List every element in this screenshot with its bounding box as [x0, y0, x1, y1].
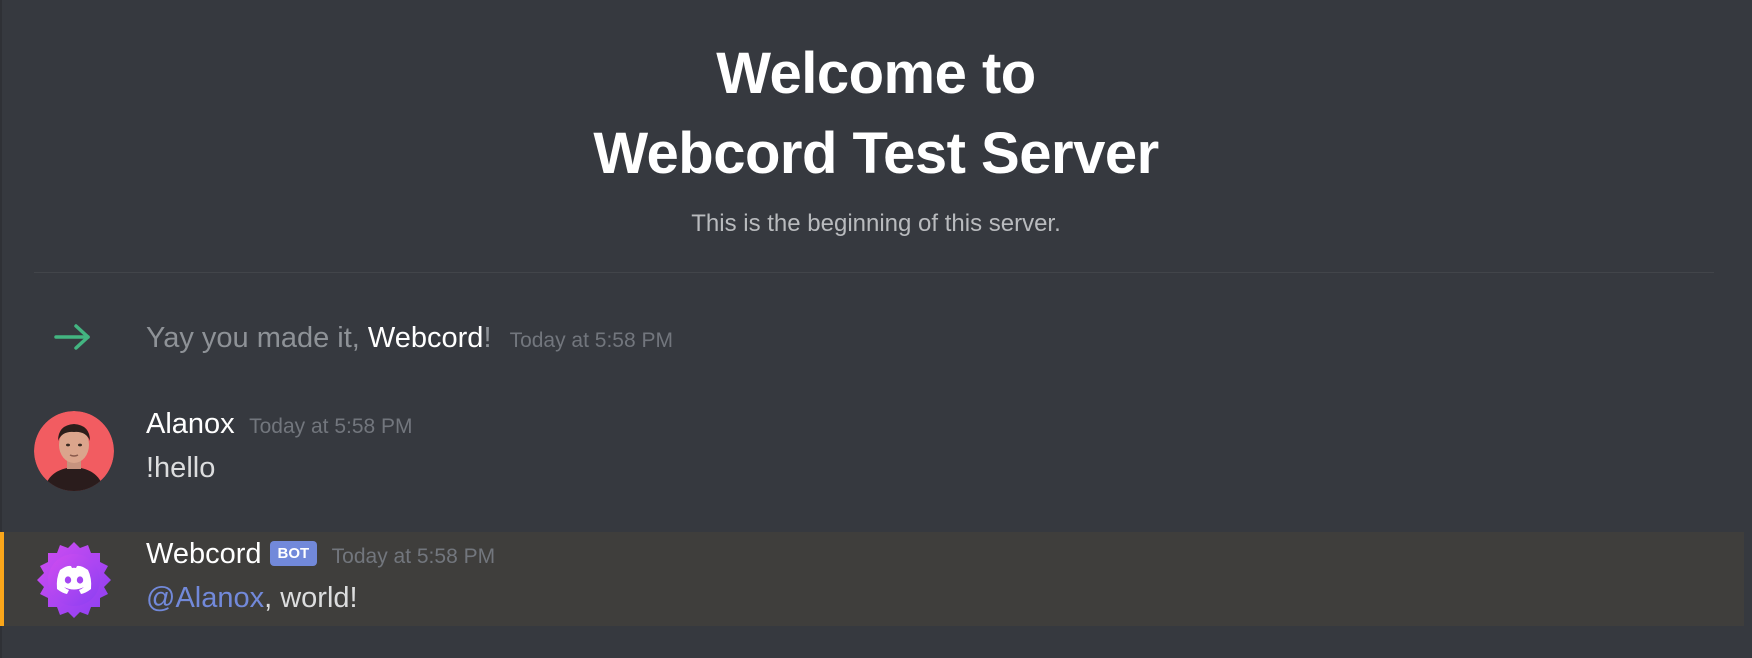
chat-area: Welcome to Webcord Test Server This is t…: [0, 0, 1752, 658]
avatar-webcord[interactable]: [34, 540, 114, 620]
system-timestamp[interactable]: Today at 5:58 PM: [510, 329, 673, 352]
system-join-message: Yay you made it, Webcord! Today at 5:58 …: [0, 314, 1752, 362]
welcome-title-line1: Welcome to: [716, 41, 1036, 106]
author-name[interactable]: Alanox: [146, 408, 235, 440]
author-name[interactable]: Webcord: [146, 538, 262, 570]
join-arrow-icon: [54, 324, 90, 350]
system-suffix: !: [483, 322, 492, 354]
message-header: Webcord BOT Today at 5:58 PM: [146, 538, 495, 571]
user-avatar-icon: [34, 411, 114, 491]
welcome-title: Welcome to Webcord Test Server: [0, 34, 1752, 194]
welcome-subtitle: This is the beginning of this server.: [691, 210, 1061, 237]
discord-logo-icon: [37, 542, 111, 618]
system-prefix: Yay you made it,: [146, 322, 368, 354]
user-mention[interactable]: @Alanox: [146, 582, 264, 614]
welcome-header: Welcome to Webcord Test Server This is t…: [0, 34, 1752, 238]
welcome-divider: [34, 272, 1714, 273]
message-content: !hello: [146, 452, 216, 484]
avatar-alanox[interactable]: [34, 411, 114, 491]
bot-tag: BOT: [269, 541, 318, 566]
welcome-title-line2: Webcord Test Server: [593, 121, 1159, 186]
message-webcord-highlighted[interactable]: Webcord BOT Today at 5:58 PM @Alanox, wor…: [0, 532, 1744, 626]
system-username[interactable]: Webcord: [368, 322, 484, 354]
message-alanox[interactable]: Alanox Today at 5:58 PM !hello: [0, 400, 1752, 494]
message-content: @Alanox, world!: [146, 582, 358, 615]
system-join-text: Yay you made it, Webcord! Today at 5:58 …: [146, 322, 673, 355]
message-text: , world!: [264, 582, 358, 614]
message-timestamp[interactable]: Today at 5:58 PM: [332, 545, 495, 568]
message-header: Alanox Today at 5:58 PM: [146, 408, 413, 441]
message-timestamp[interactable]: Today at 5:58 PM: [249, 415, 412, 438]
